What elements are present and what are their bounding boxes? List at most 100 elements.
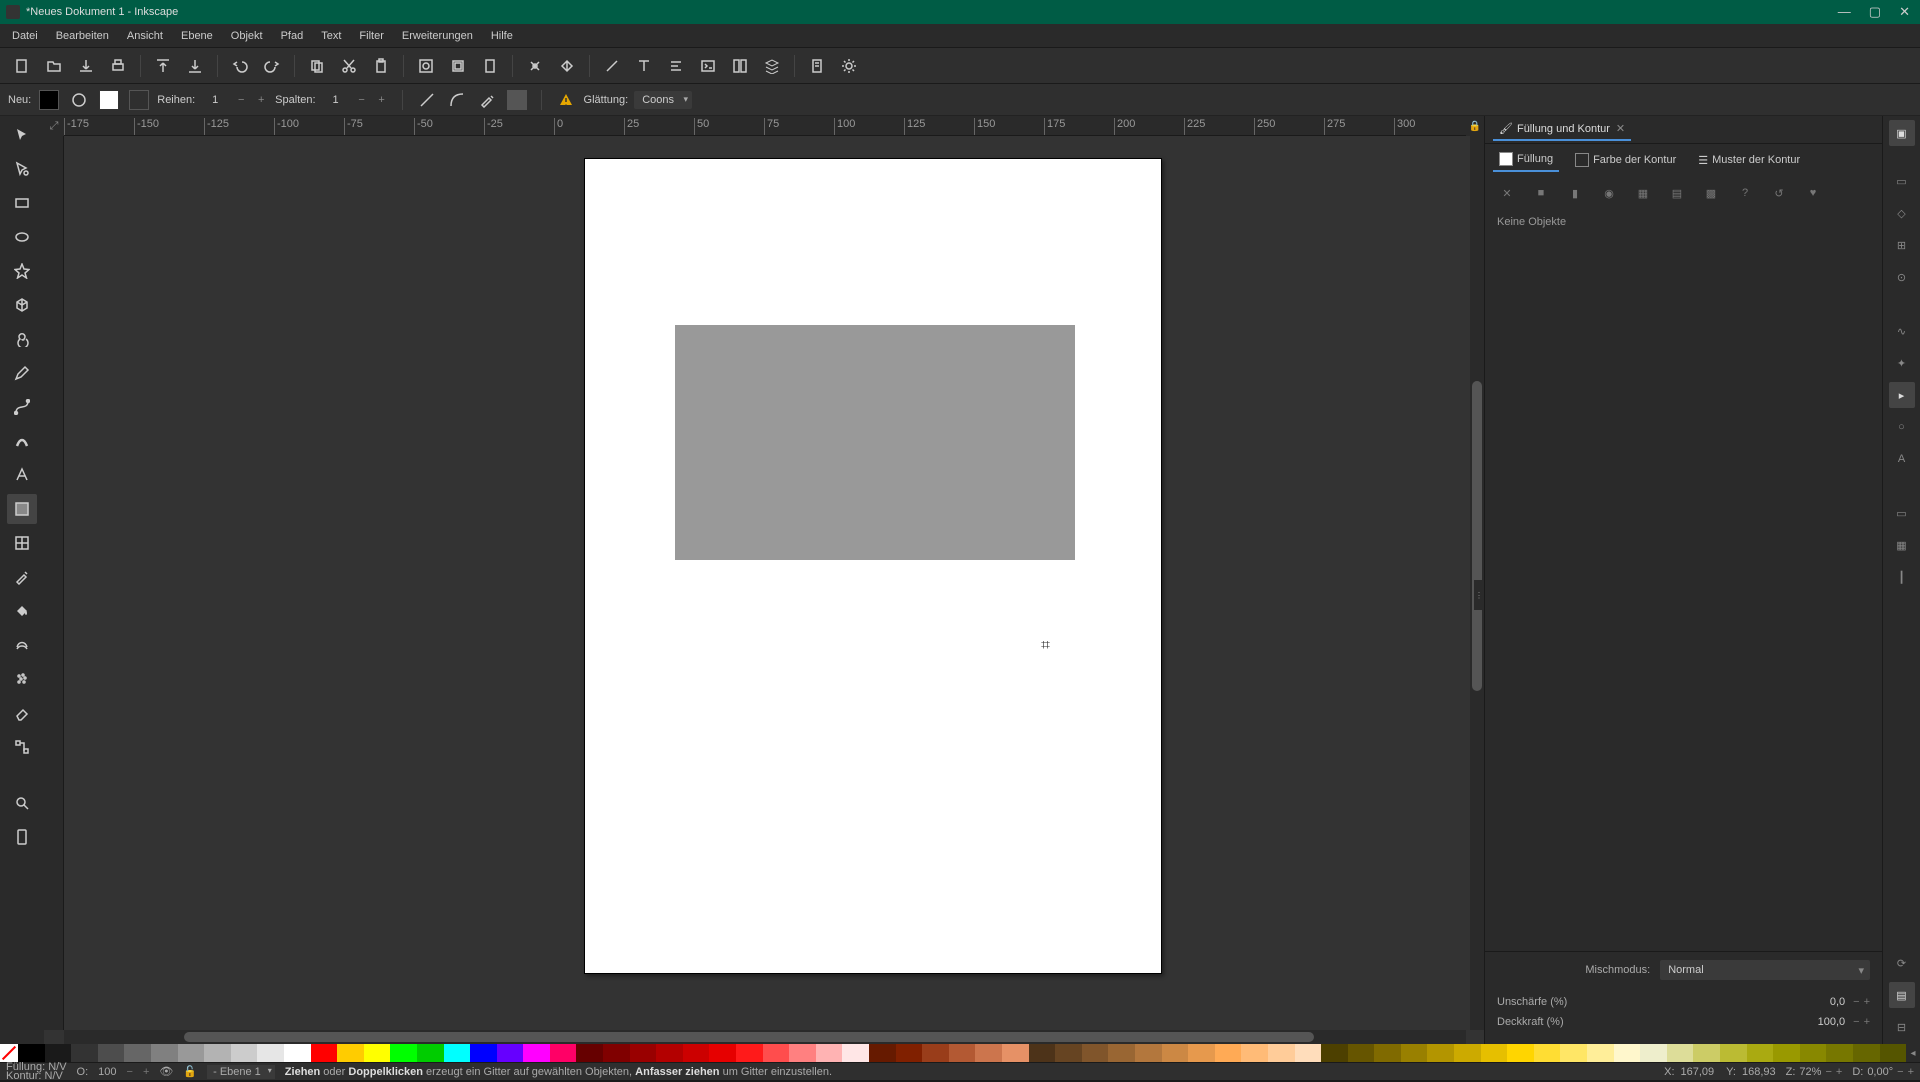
palette-color[interactable] [1374, 1044, 1401, 1062]
redo-button[interactable] [258, 52, 286, 80]
rotation-dec-button[interactable]: − [1897, 1066, 1903, 1078]
zoom-tool[interactable] [7, 788, 37, 818]
paint-none-icon[interactable]: ✕ [1495, 181, 1519, 205]
palette-color[interactable] [284, 1044, 311, 1062]
mesh-tool[interactable] [7, 528, 37, 558]
snap-center-icon[interactable]: ⊙ [1889, 264, 1915, 290]
palette-color[interactable] [124, 1044, 151, 1062]
palette-color[interactable] [1029, 1044, 1056, 1062]
visibility-icon[interactable]: 👁 [159, 1065, 173, 1078]
snap-object-icon[interactable]: ⊟ [1889, 1014, 1915, 1040]
palette-color[interactable] [151, 1044, 178, 1062]
palette-color[interactable] [257, 1044, 284, 1062]
panel-close-button[interactable]: ✕ [1616, 122, 1625, 135]
snap-master-icon[interactable]: ▣ [1889, 120, 1915, 146]
palette-color[interactable] [1693, 1044, 1720, 1062]
palette-color[interactable] [736, 1044, 763, 1062]
blur-dec[interactable]: − [1853, 996, 1859, 1008]
rows-value[interactable]: 1 [201, 94, 229, 106]
palette-color[interactable] [1055, 1044, 1082, 1062]
palette-color[interactable] [1481, 1044, 1508, 1062]
zoom-in-button[interactable]: + [1836, 1066, 1842, 1078]
opacity-value[interactable]: 100,0 [1805, 1016, 1845, 1028]
pencil-tool[interactable] [7, 358, 37, 388]
palette-color[interactable] [975, 1044, 1002, 1062]
snap-cusp-icon[interactable]: ▸ [1889, 382, 1915, 408]
zoom-selection-button[interactable] [412, 52, 440, 80]
snap-bbox-icon[interactable]: ▭ [1889, 168, 1915, 194]
paint-flat-icon[interactable]: ■ [1529, 181, 1553, 205]
palette-color[interactable] [1720, 1044, 1747, 1062]
snap-edge-icon[interactable]: ⊞ [1889, 232, 1915, 258]
ellipse-tool[interactable] [7, 222, 37, 252]
text-tool-button[interactable] [630, 52, 658, 80]
connector-tool[interactable] [7, 732, 37, 762]
palette-color[interactable] [1188, 1044, 1215, 1062]
palette-color[interactable] [337, 1044, 364, 1062]
opacity-inc[interactable]: + [1864, 1016, 1870, 1028]
snap-smooth-icon[interactable]: ○ [1889, 414, 1915, 440]
fill-corner-icon[interactable] [505, 88, 529, 112]
palette-color[interactable] [1135, 1044, 1162, 1062]
new-document-button[interactable] [8, 52, 36, 80]
ruler-vertical[interactable] [44, 136, 64, 1030]
palette-none[interactable] [0, 1044, 18, 1062]
paint-linear-icon[interactable]: ▮ [1563, 181, 1587, 205]
palette-color[interactable] [1002, 1044, 1029, 1062]
cols-dec[interactable]: − [354, 92, 370, 108]
tweak-tool[interactable] [7, 630, 37, 660]
rotation-inc-button[interactable]: + [1908, 1066, 1914, 1078]
palette-color[interactable] [1853, 1044, 1880, 1062]
snap-text-icon[interactable]: ▤ [1889, 982, 1915, 1008]
selectors-button[interactable] [726, 52, 754, 80]
palette-color[interactable] [45, 1044, 72, 1062]
selector-tool[interactable] [7, 120, 37, 150]
palette-color[interactable] [1321, 1044, 1348, 1062]
calligraphy-tool[interactable] [7, 426, 37, 456]
zoom-out-button[interactable]: − [1825, 1066, 1831, 1078]
spiral-tool[interactable] [7, 324, 37, 354]
edge-curve-icon[interactable] [445, 88, 469, 112]
menu-help[interactable]: Hilfe [483, 27, 521, 45]
palette-color[interactable] [789, 1044, 816, 1062]
palette-color[interactable] [709, 1044, 736, 1062]
menu-layer[interactable]: Ebene [173, 27, 221, 45]
maximize-button[interactable]: ▢ [1869, 4, 1881, 20]
guide-lock-icon[interactable]: 🔒 [1466, 116, 1484, 136]
close-button[interactable]: ✕ [1899, 4, 1910, 20]
warning-icon[interactable] [554, 88, 578, 112]
status-fill-stroke[interactable]: Füllung: N/V Kontur: N/V [6, 1063, 67, 1081]
ruler-horizontal[interactable]: -175-150-125-100-75-50-25025507510012515… [64, 116, 1466, 136]
paste-button[interactable] [367, 52, 395, 80]
rows-spinner[interactable]: 1 − + [201, 92, 269, 108]
palette-color[interactable] [204, 1044, 231, 1062]
edit-stroke-icon[interactable] [127, 88, 151, 112]
eraser-tool[interactable] [7, 698, 37, 728]
menu-object[interactable]: Objekt [223, 27, 271, 45]
palette-color[interactable] [523, 1044, 550, 1062]
cols-spinner[interactable]: 1 − + [322, 92, 390, 108]
edge-line-icon[interactable] [415, 88, 439, 112]
zoom-drawing-button[interactable] [444, 52, 472, 80]
panel-tab-fillstroke[interactable]: 🖌 Füllung und Kontur ✕ [1493, 118, 1631, 141]
paint-swatch-icon[interactable]: ▤ [1665, 181, 1689, 205]
palette-color[interactable] [18, 1044, 45, 1062]
status-opacity-value[interactable]: 100 [98, 1066, 116, 1078]
open-button[interactable] [40, 52, 68, 80]
smoothing-select[interactable]: Coons [634, 91, 692, 109]
palette-color[interactable] [1295, 1044, 1322, 1062]
export-button[interactable] [181, 52, 209, 80]
palette-color[interactable] [1614, 1044, 1641, 1062]
palette-color[interactable] [763, 1044, 790, 1062]
rectangle-tool[interactable] [7, 188, 37, 218]
palette-color[interactable] [1507, 1044, 1534, 1062]
paint-inherit-icon[interactable]: ♥ [1801, 181, 1825, 205]
palette-color[interactable] [656, 1044, 683, 1062]
layer-lock-icon[interactable]: 🔓 [183, 1065, 197, 1078]
palette-color[interactable] [1082, 1044, 1109, 1062]
palette-color[interactable] [231, 1044, 258, 1062]
copy-button[interactable] [303, 52, 331, 80]
mesh-radial-icon[interactable] [67, 88, 91, 112]
scrollbar-horizontal[interactable] [64, 1030, 1466, 1044]
paint-mesh-icon[interactable]: ▩ [1699, 181, 1723, 205]
